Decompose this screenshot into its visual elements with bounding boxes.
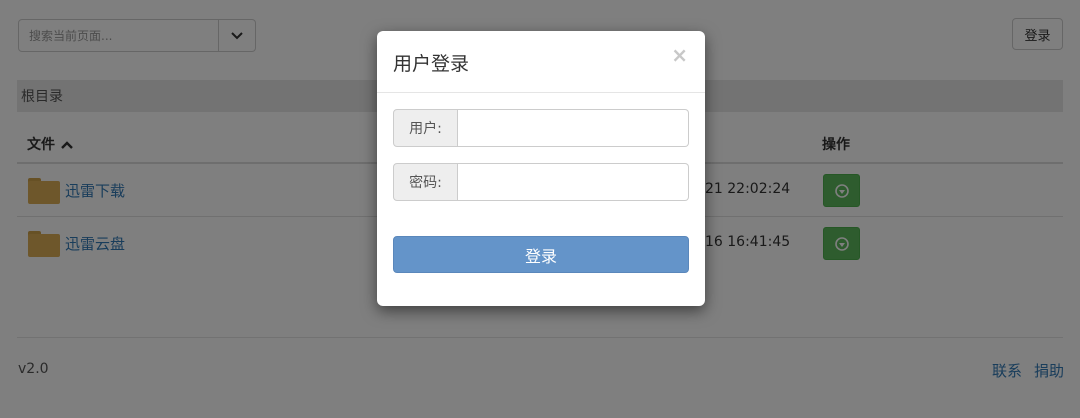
username-field-group: 用户: — [393, 109, 689, 147]
login-modal: 用户登录 × 用户: 密码: 登录 — [377, 31, 705, 306]
modal-header: 用户登录 × — [377, 31, 705, 93]
username-label: 用户: — [393, 109, 458, 147]
modal-title: 用户登录 — [393, 53, 470, 75]
username-input[interactable] — [458, 109, 689, 147]
password-input[interactable] — [458, 163, 689, 201]
password-label: 密码: — [393, 163, 458, 201]
close-icon[interactable]: × — [671, 45, 688, 65]
submit-login-button[interactable]: 登录 — [393, 236, 689, 273]
password-field-group: 密码: — [393, 163, 689, 201]
